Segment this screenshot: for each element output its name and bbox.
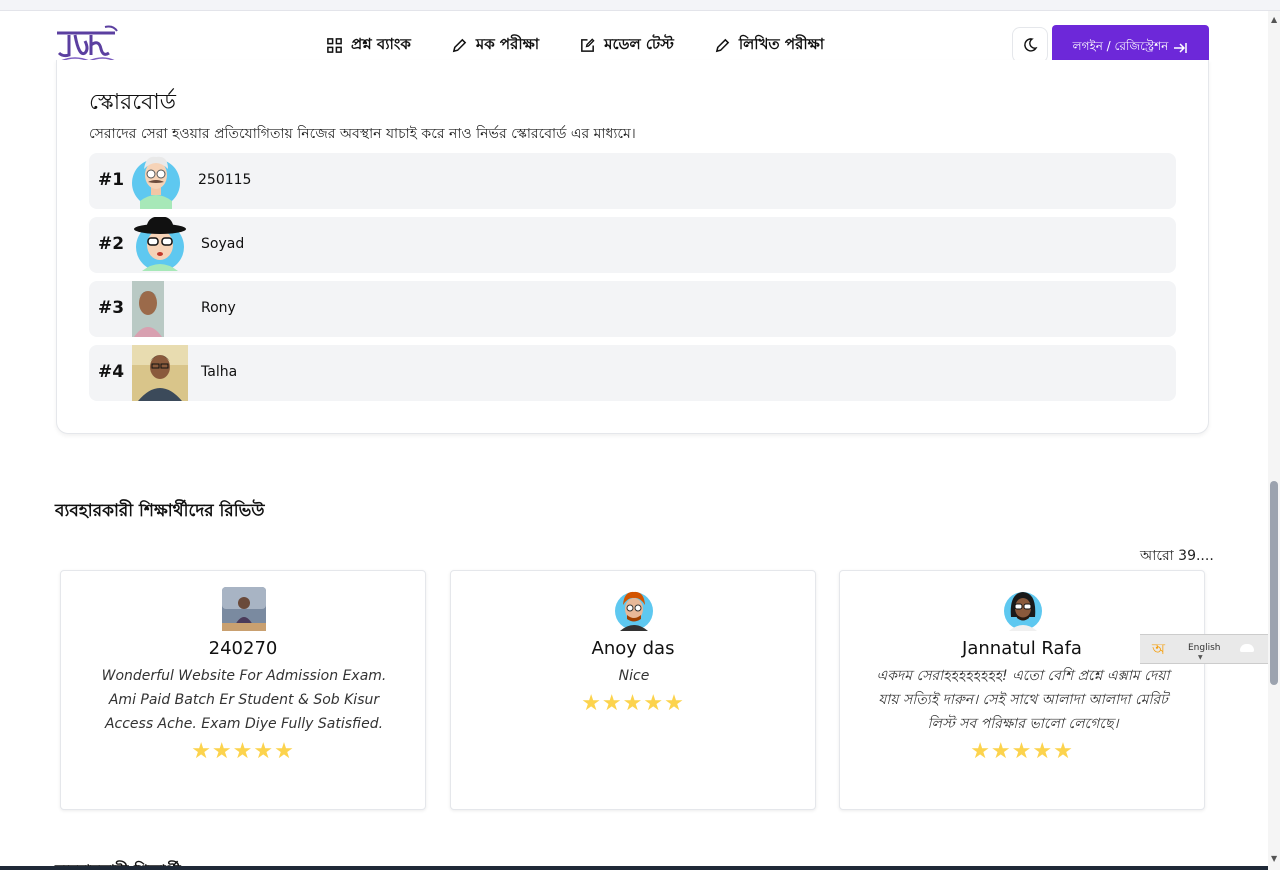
nav-label: প্রশ্ন ব্যাংক [351,35,411,53]
chevron-down-icon: ▼ [1198,654,1203,661]
login-arrow-icon [1174,42,1188,53]
scroll-up-arrow-icon[interactable]: ▲ [1271,15,1277,24]
nav-label: মক পরীক্ষা [475,35,540,53]
nav-model-test[interactable]: মডেল টেস্ট [579,33,674,58]
star-rating: ★★★★★ [581,691,685,716]
reviewer-name: Anoy das [591,638,675,659]
star-rating: ★★★★★ [191,739,295,764]
star-rating: ★★★★★ [970,739,1074,764]
user-name: 250115 [198,172,252,188]
rank-number: #1 [98,170,125,190]
page-scrollbar[interactable]: ▲ ▼ [1268,11,1280,870]
reviewer-avatar [222,587,266,631]
login-label: লগইন / রেজিস্ট্রেশন [1072,38,1169,53]
pencil-icon [452,38,467,53]
scoreboard-subtitle: সেরাদের সেরা হওয়ার প্রতিযোগিতায় নিজের … [89,126,636,142]
scoreboard-row[interactable]: #4 Talha [89,345,1176,401]
keyboard-icon[interactable] [1240,644,1254,652]
nirvor-logo[interactable] [55,23,121,65]
review-text: Wonderful Website For Admission Exam. Am… [101,668,387,732]
avatar-photo [132,345,188,401]
rank-number: #3 [98,298,125,318]
avatar [132,156,180,209]
scoreboard-row[interactable]: #2 Soyad [89,217,1176,273]
scrollbar-thumb[interactable] [1270,481,1278,685]
nav-label: মডেল টেস্ট [604,35,674,53]
browser-top-strip [0,0,1280,11]
user-name: Soyad [201,236,245,252]
english-language-option[interactable]: English [1188,643,1221,653]
nav-question-bank[interactable]: প্রশ্ন ব্যাংক [326,33,411,58]
reviewer-name: 240270 [208,638,278,659]
scoreboard-row[interactable]: #1 250115 [89,153,1176,209]
scoreboard-card: স্কোরবোর্ড সেরাদের সেরা হওয়ার প্রতিযোগি… [56,60,1209,434]
avatar-photo [132,281,164,337]
more-reviews-link[interactable]: আরো 39.... [1140,544,1214,568]
page: প্রশ্ন ব্যাংক মক পরীক্ষা মডেল টেস্ট লিখি… [0,0,1280,870]
bottom-bar [0,866,1268,870]
reviewer-avatar [1004,592,1042,631]
review-text: একদম সেরাহহহহহহহহ! এতো বেশি প্রশ্নে এক্স… [876,668,1170,732]
user-name: Rony [201,300,236,316]
review-card: Jannatul Rafa একদম সেরাহহহহহহহহ! এতো বেশ… [839,570,1205,810]
rank-number: #4 [98,362,125,382]
grid-icon [327,38,342,53]
edit-square-icon [581,38,595,52]
language-switcher[interactable]: অ English ▼ [1140,634,1280,664]
review-card: 240270 Wonderful Website For Admission E… [60,570,426,810]
reviewer-avatar [615,591,653,631]
rank-number: #2 [98,234,125,254]
nav-mock-exam[interactable]: মক পরীক্ষা [451,33,539,58]
nav-written-exam[interactable]: লিখিত পরীক্ষা [714,33,824,58]
scoreboard-title: স্কোরবোর্ড [89,90,176,115]
user-name: Talha [201,364,238,380]
theme-toggle-button[interactable] [1012,27,1048,63]
reviews-title: ব্যবহারকারী শিক্ষার্থীদের রিভিউ [55,501,265,521]
moon-icon [1024,38,1038,52]
review-text: Nice [618,668,650,684]
bangla-language-option[interactable]: অ [1152,638,1165,663]
nav-label: লিখিত পরীক্ষা [738,35,825,53]
review-card: Anoy das Nice ★★★★★ [450,570,816,810]
main-nav: প্রশ্ন ব্যাংক মক পরীক্ষা মডেল টেস্ট লিখি… [326,33,824,58]
scoreboard-row[interactable]: #3 Rony [89,281,1176,337]
scroll-down-arrow-icon[interactable]: ▼ [1271,854,1277,863]
avatar [134,217,186,271]
pencil-icon [715,38,730,53]
